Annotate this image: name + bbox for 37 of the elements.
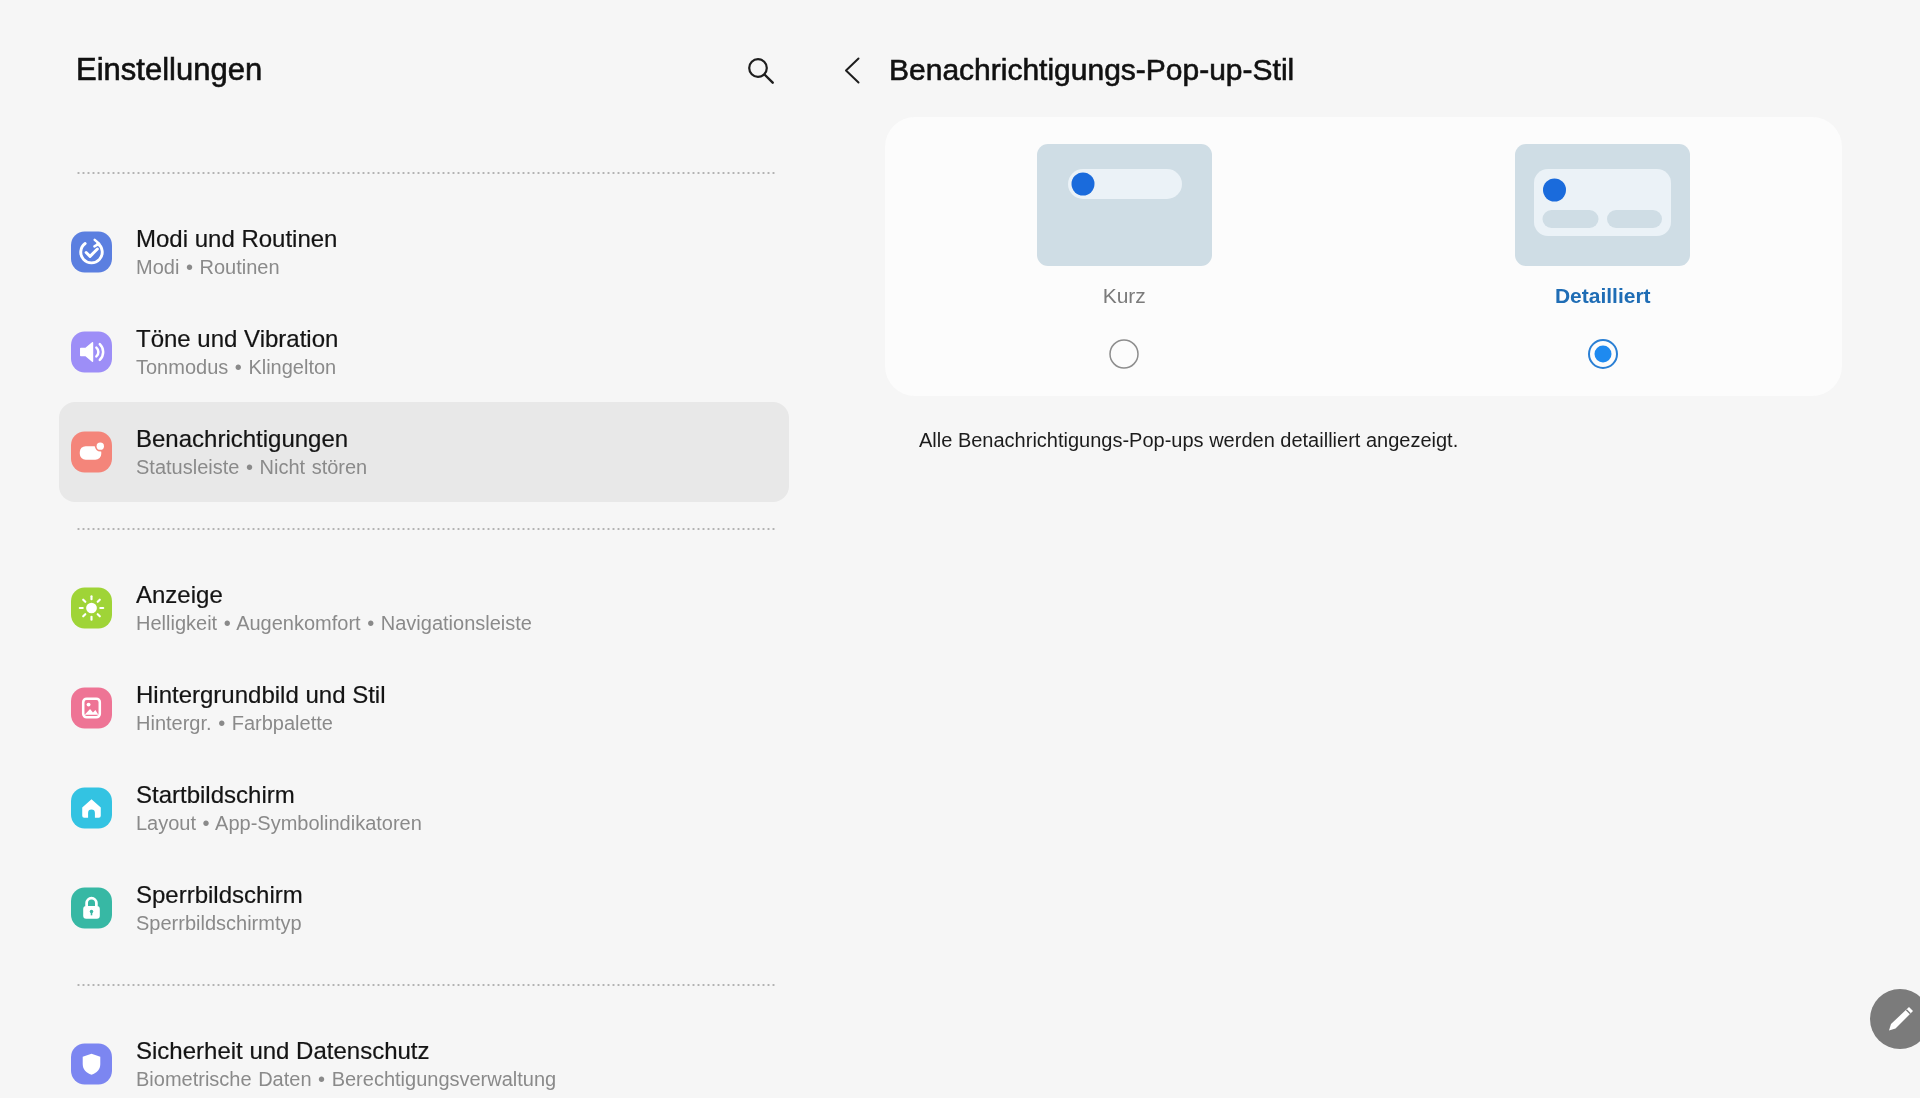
option-label: Kurz (1102, 283, 1146, 309)
item-title: Töne und Vibration (136, 324, 339, 354)
search-button[interactable] (747, 56, 774, 84)
item-title: Startbildschirm (136, 780, 296, 810)
radio-button[interactable] (1587, 339, 1618, 369)
chevron-left-icon (844, 56, 860, 84)
item-subtitle: Modi • Routinen (136, 255, 281, 280)
item-subtitle: Sperrbildschirmtyp (136, 911, 303, 936)
settings-item[interactable]: Sperrbildschirm Sperrbildschirmtyp (59, 858, 789, 958)
item-subtitle: Tonmodus • Klingelton (136, 355, 338, 380)
back-button[interactable] (844, 56, 860, 84)
pencil-icon (1886, 1005, 1914, 1033)
item-subtitle: Helligkeit • Augenkomfort • Navigationsleiste (136, 611, 532, 636)
page-title: Einstellungen (76, 51, 263, 89)
item-subtitle: Biometrische Daten • Berechtigungsverwaltung (136, 1067, 557, 1092)
edit-button[interactable] (1870, 989, 1920, 1049)
item-title: Sperrbildschirm (136, 880, 303, 910)
settings-item[interactable]: Sicherheit und Datenschutz Biometrische Daten • Berechtigungsverwaltung (59, 1014, 789, 1098)
settings-item[interactable]: Hintergrundbild und Stil Hintergr. • Farbpalette (59, 658, 789, 758)
item-title: Benachrichtigungen (136, 424, 350, 454)
search-icon (747, 56, 774, 84)
item-subtitle: Statusleiste • Nicht stören (136, 455, 368, 480)
settings-item[interactable]: Benachrichtigungen Statusleiste • Nicht stören (59, 402, 789, 502)
settings-item[interactable]: Modi und Routinen Modi • Routinen (59, 202, 789, 302)
item-title: Modi und Routinen (136, 224, 338, 254)
page-title: Benachrichtigungs-Pop-up-Stil (889, 52, 1295, 88)
settings-item[interactable]: Startbildschirm Layout • App-Symbolindikatoren (59, 758, 789, 858)
item-subtitle: Layout • App-Symbolindikatoren (136, 811, 422, 836)
radio-button[interactable] (1109, 339, 1140, 369)
item-title: Anzeige (136, 580, 224, 610)
item-subtitle: Hintergr. • Farbpalette (136, 711, 334, 736)
description-text: Alle Benachrichtigungs-Pop-ups werden detailliert angezeigt. (919, 428, 1460, 453)
item-title: Sicherheit und Datenschutz (136, 1036, 431, 1066)
option-label: Detailliert (1554, 283, 1651, 309)
settings-item[interactable]: Anzeige Helligkeit • Augenkomfort • Navigationsleiste (59, 558, 789, 658)
settings-item[interactable]: Töne und Vibration Tonmodus • Klingelton (59, 302, 789, 402)
item-title: Hintergrundbild und Stil (136, 680, 386, 710)
